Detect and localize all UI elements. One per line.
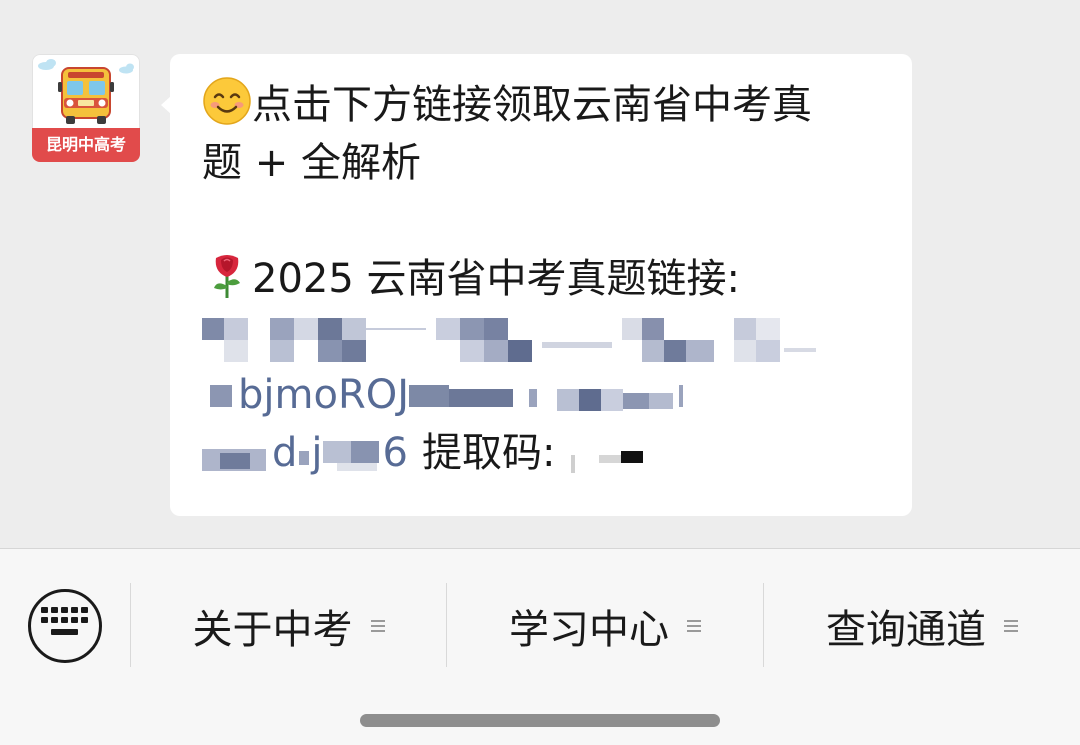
link-heading: 2025 云南省中考真题链接: bbox=[252, 256, 740, 302]
school-bus-icon bbox=[38, 59, 134, 124]
pixelation-block bbox=[202, 433, 272, 477]
menu-item-label: 学习中心 bbox=[509, 607, 669, 653]
link-fragment: 6 bbox=[382, 430, 408, 476]
pixelation-block bbox=[202, 314, 822, 364]
bottom-menu-bar: 关于中考 学习中心 查询通道 bbox=[0, 548, 1080, 745]
message-line: 2025 云南省中考真题链接: bbox=[202, 250, 888, 308]
chat-area: 昆明中高考 点击下方链接领取云南省中考真 题 + 全解析 2025 云南省中考真… bbox=[0, 0, 1080, 548]
link-fragment: bjmoROJ bbox=[238, 372, 410, 418]
blurred-link-line[interactable]: d j 6 提取码: bbox=[202, 424, 888, 482]
menu-item-query-channel[interactable]: 查询通道 bbox=[764, 589, 1080, 663]
keyboard-icon bbox=[41, 607, 88, 635]
pixelation-block bbox=[409, 375, 709, 419]
menu-item-about-exam[interactable]: 关于中考 bbox=[131, 589, 446, 663]
smiling-face-icon bbox=[203, 77, 251, 125]
avatar[interactable]: 昆明中高考 bbox=[32, 54, 140, 162]
link-fragment: j bbox=[311, 430, 323, 476]
submenu-icon bbox=[687, 617, 701, 635]
menu-item-study-center[interactable]: 学习中心 bbox=[447, 589, 763, 663]
bubble-tail bbox=[161, 96, 171, 114]
menu-item-label: 查询通道 bbox=[826, 607, 986, 653]
blurred-link-line[interactable]: bjmoROJ bbox=[202, 366, 888, 424]
avatar-label: 昆明中高考 bbox=[32, 128, 140, 162]
pixelation-block bbox=[297, 433, 311, 477]
submenu-icon bbox=[370, 617, 385, 635]
pixelation-block bbox=[202, 377, 234, 417]
blurred-link-line[interactable] bbox=[202, 308, 888, 366]
keyboard-toggle-button[interactable] bbox=[28, 589, 102, 663]
home-indicator[interactable] bbox=[360, 714, 720, 727]
message-text-line2: 题 + 全解析 bbox=[202, 140, 421, 186]
message-text-line1: 点击下方链接领取云南省中考真 bbox=[252, 82, 812, 128]
link-fragment: d bbox=[272, 430, 298, 476]
pixelation-block bbox=[322, 433, 383, 477]
rose-icon bbox=[214, 255, 240, 298]
message-bubble[interactable]: 点击下方链接领取云南省中考真 题 + 全解析 2025 云南省中考真题链接: b… bbox=[161, 54, 912, 516]
pixelation-block bbox=[555, 433, 651, 477]
extract-code-label: 提取码: bbox=[421, 430, 556, 476]
submenu-icon bbox=[1004, 617, 1018, 635]
message-line: 点击下方链接领取云南省中考真 bbox=[202, 76, 888, 134]
menu-item-label: 关于中考 bbox=[192, 607, 353, 653]
